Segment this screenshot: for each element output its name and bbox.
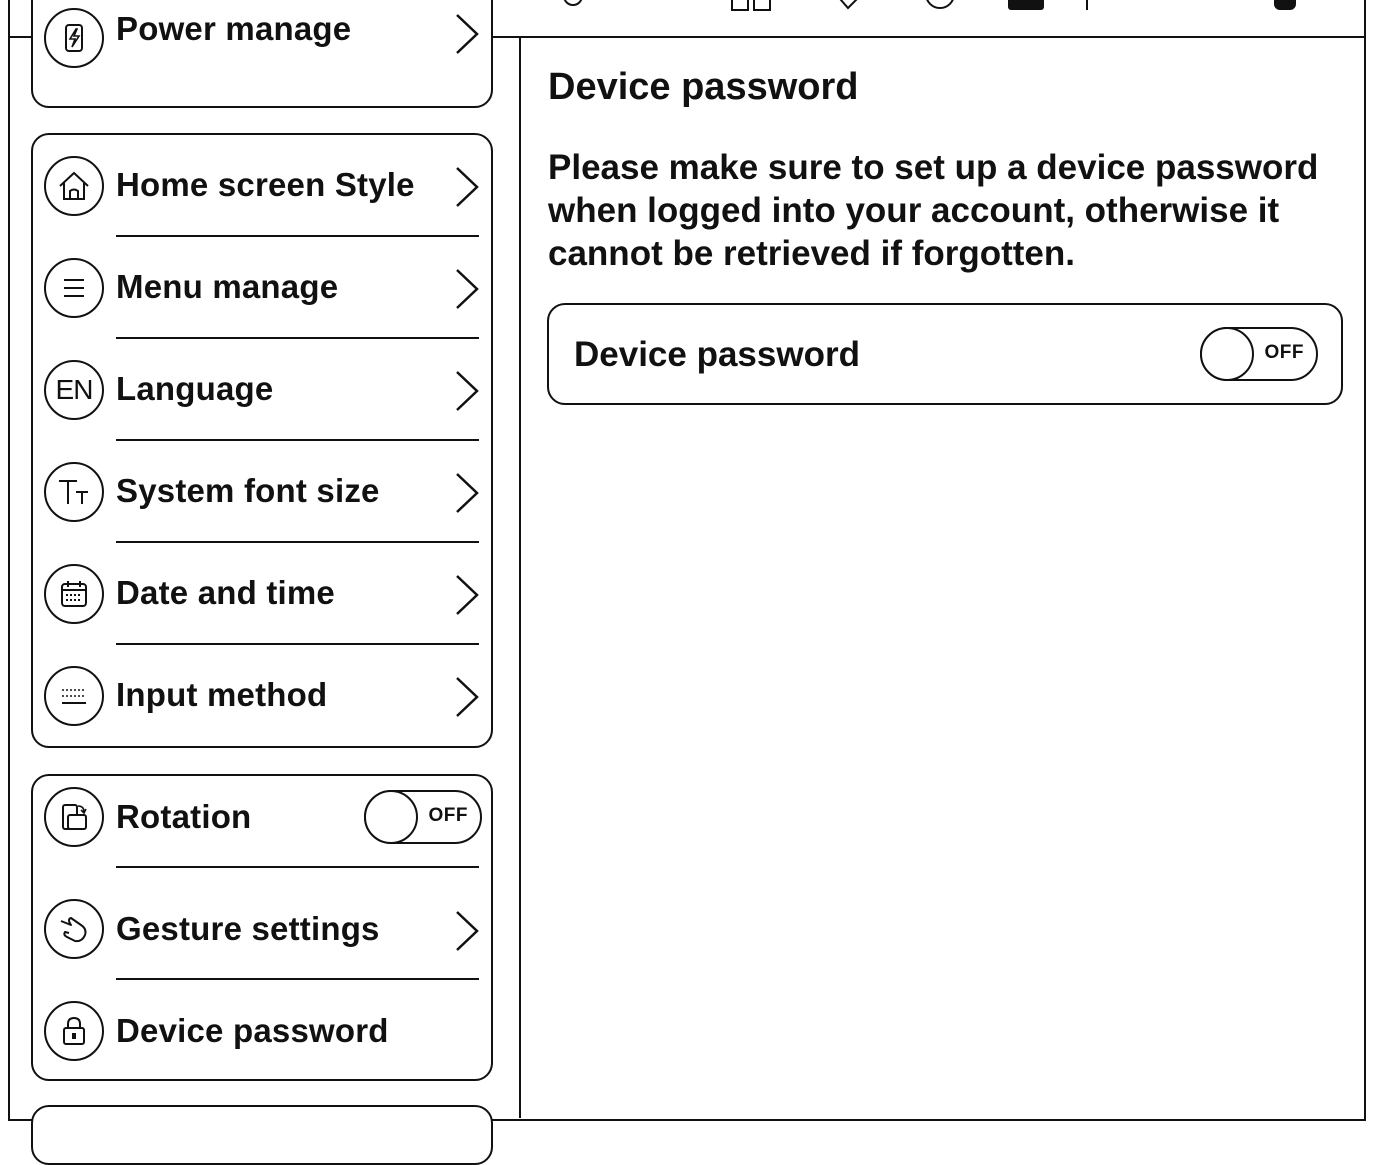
lock-icon bbox=[44, 1001, 104, 1061]
chevron-right-icon bbox=[456, 269, 479, 309]
volume-icon bbox=[839, 0, 858, 10]
language-icon: EN bbox=[44, 360, 104, 420]
menu-item-label: Input method bbox=[116, 676, 328, 713]
chevron-right-icon bbox=[456, 911, 479, 951]
toggle-knob bbox=[1200, 327, 1254, 381]
power-icon bbox=[44, 8, 104, 68]
security-card: Rotation OFF Gesture settings Device pas… bbox=[31, 774, 493, 1081]
toggle-state-text: OFF bbox=[1264, 342, 1304, 363]
menu-dot-icon bbox=[1274, 0, 1296, 10]
chevron-right-icon bbox=[456, 677, 479, 717]
gesture-hand-icon bbox=[44, 899, 104, 959]
rotation-icon bbox=[44, 787, 104, 847]
menu-item-language[interactable]: EN Language bbox=[33, 339, 491, 441]
menu-item-rotation[interactable]: Rotation OFF bbox=[33, 776, 491, 868]
font-size-icon bbox=[44, 462, 104, 522]
menu-item-input-method[interactable]: Input method bbox=[33, 645, 491, 747]
menu-item-power-manage[interactable]: Power manage bbox=[33, 8, 491, 110]
menu-item-label: Device password bbox=[116, 1012, 389, 1049]
brightness-icon bbox=[563, 0, 583, 6]
menu-item-label: Rotation bbox=[116, 798, 252, 835]
menu-list-icon bbox=[44, 258, 104, 318]
menu-item-label: Menu manage bbox=[116, 268, 339, 305]
page-title: Device password bbox=[548, 66, 859, 108]
menu-item-home-screen-style[interactable]: Home screen Style bbox=[33, 135, 491, 237]
sync-icon bbox=[926, 0, 954, 9]
toggle-state-text: OFF bbox=[428, 805, 468, 826]
system-settings-card: Home screen Style Menu manage EN Languag… bbox=[31, 133, 493, 748]
home-icon bbox=[44, 156, 104, 216]
rotation-toggle[interactable]: OFF bbox=[364, 790, 482, 844]
next-card bbox=[31, 1105, 493, 1165]
panel-divider bbox=[519, 38, 521, 1118]
separator-icon bbox=[1086, 0, 1088, 10]
calendar-icon bbox=[44, 564, 104, 624]
toggle-knob bbox=[364, 790, 418, 844]
menu-item-system-font-size[interactable]: System font size bbox=[33, 441, 491, 543]
menu-item-menu-manage[interactable]: Menu manage bbox=[33, 237, 491, 339]
keyboard-icon bbox=[44, 666, 104, 726]
battery-icon bbox=[1008, 0, 1044, 10]
reading-mode-icon bbox=[731, 0, 771, 11]
chevron-right-icon bbox=[456, 371, 479, 411]
chevron-right-icon bbox=[456, 473, 479, 513]
menu-item-label: System font size bbox=[116, 472, 380, 509]
device-password-toggle[interactable]: OFF bbox=[1200, 327, 1318, 381]
setting-label: Device password bbox=[574, 335, 860, 374]
chevron-right-icon bbox=[456, 167, 479, 207]
power-card: Power manage bbox=[31, 0, 493, 108]
menu-item-gesture-settings[interactable]: Gesture settings bbox=[33, 868, 491, 980]
menu-item-label: Date and time bbox=[116, 574, 335, 611]
menu-item-label: Gesture settings bbox=[116, 910, 380, 947]
menu-item-label: Power manage bbox=[116, 10, 352, 47]
menu-item-label: Home screen Style bbox=[116, 166, 415, 203]
page-description: Please make sure to set up a device pass… bbox=[548, 148, 1319, 273]
menu-item-date-and-time[interactable]: Date and time bbox=[33, 543, 491, 645]
device-password-setting: Device password OFF bbox=[547, 303, 1343, 405]
chevron-right-icon bbox=[456, 14, 479, 54]
menu-item-device-password[interactable]: Device password bbox=[33, 980, 491, 1080]
chevron-right-icon bbox=[456, 575, 479, 615]
language-icon-text: EN bbox=[55, 374, 94, 405]
menu-item-label: Language bbox=[116, 370, 274, 407]
